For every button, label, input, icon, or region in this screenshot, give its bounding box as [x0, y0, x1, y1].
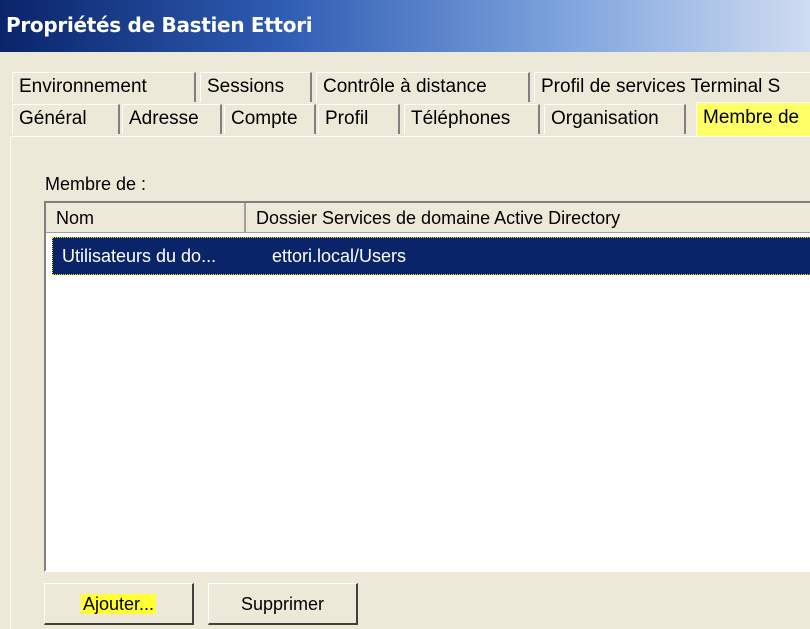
column-header-nom[interactable]: Nom [46, 203, 246, 233]
table-row[interactable]: Utilisateurs du do... ettori.local/Users [52, 237, 810, 275]
row-name-cell: Utilisateurs du do... [62, 246, 217, 266]
tab-profil[interactable]: Profil [318, 104, 400, 134]
remove-button[interactable]: Supprimer [208, 583, 358, 625]
row-folder-cell: ettori.local/Users [272, 246, 407, 266]
title-bar[interactable]: Propriétés de Bastien Ettori [0, 0, 810, 52]
tab-controle-a-distance[interactable]: Contrôle à distance [316, 72, 530, 102]
column-header-dossier[interactable]: Dossier Services de domaine Active Direc… [246, 203, 810, 233]
tab-sessions[interactable]: Sessions [200, 72, 312, 102]
tab-membre-de[interactable]: Membre de [696, 102, 810, 136]
window-title: Propriétés de Bastien Ettori [6, 13, 313, 37]
tab-general[interactable]: Général [12, 104, 120, 134]
tab-organisation[interactable]: Organisation [544, 104, 686, 134]
tab-environnement[interactable]: Environnement [12, 72, 196, 102]
add-button[interactable]: Ajouter... [44, 583, 194, 625]
tab-adresse[interactable]: Adresse [122, 104, 222, 134]
tab-compte[interactable]: Compte [224, 104, 316, 134]
member-of-label: Membre de : [45, 174, 147, 194]
member-of-list[interactable]: Nom Dossier Services de domaine Active D… [44, 201, 810, 572]
tab-profil-services-terminal[interactable]: Profil de services Terminal S [534, 72, 810, 102]
tab-telephones[interactable]: Téléphones [404, 104, 540, 134]
